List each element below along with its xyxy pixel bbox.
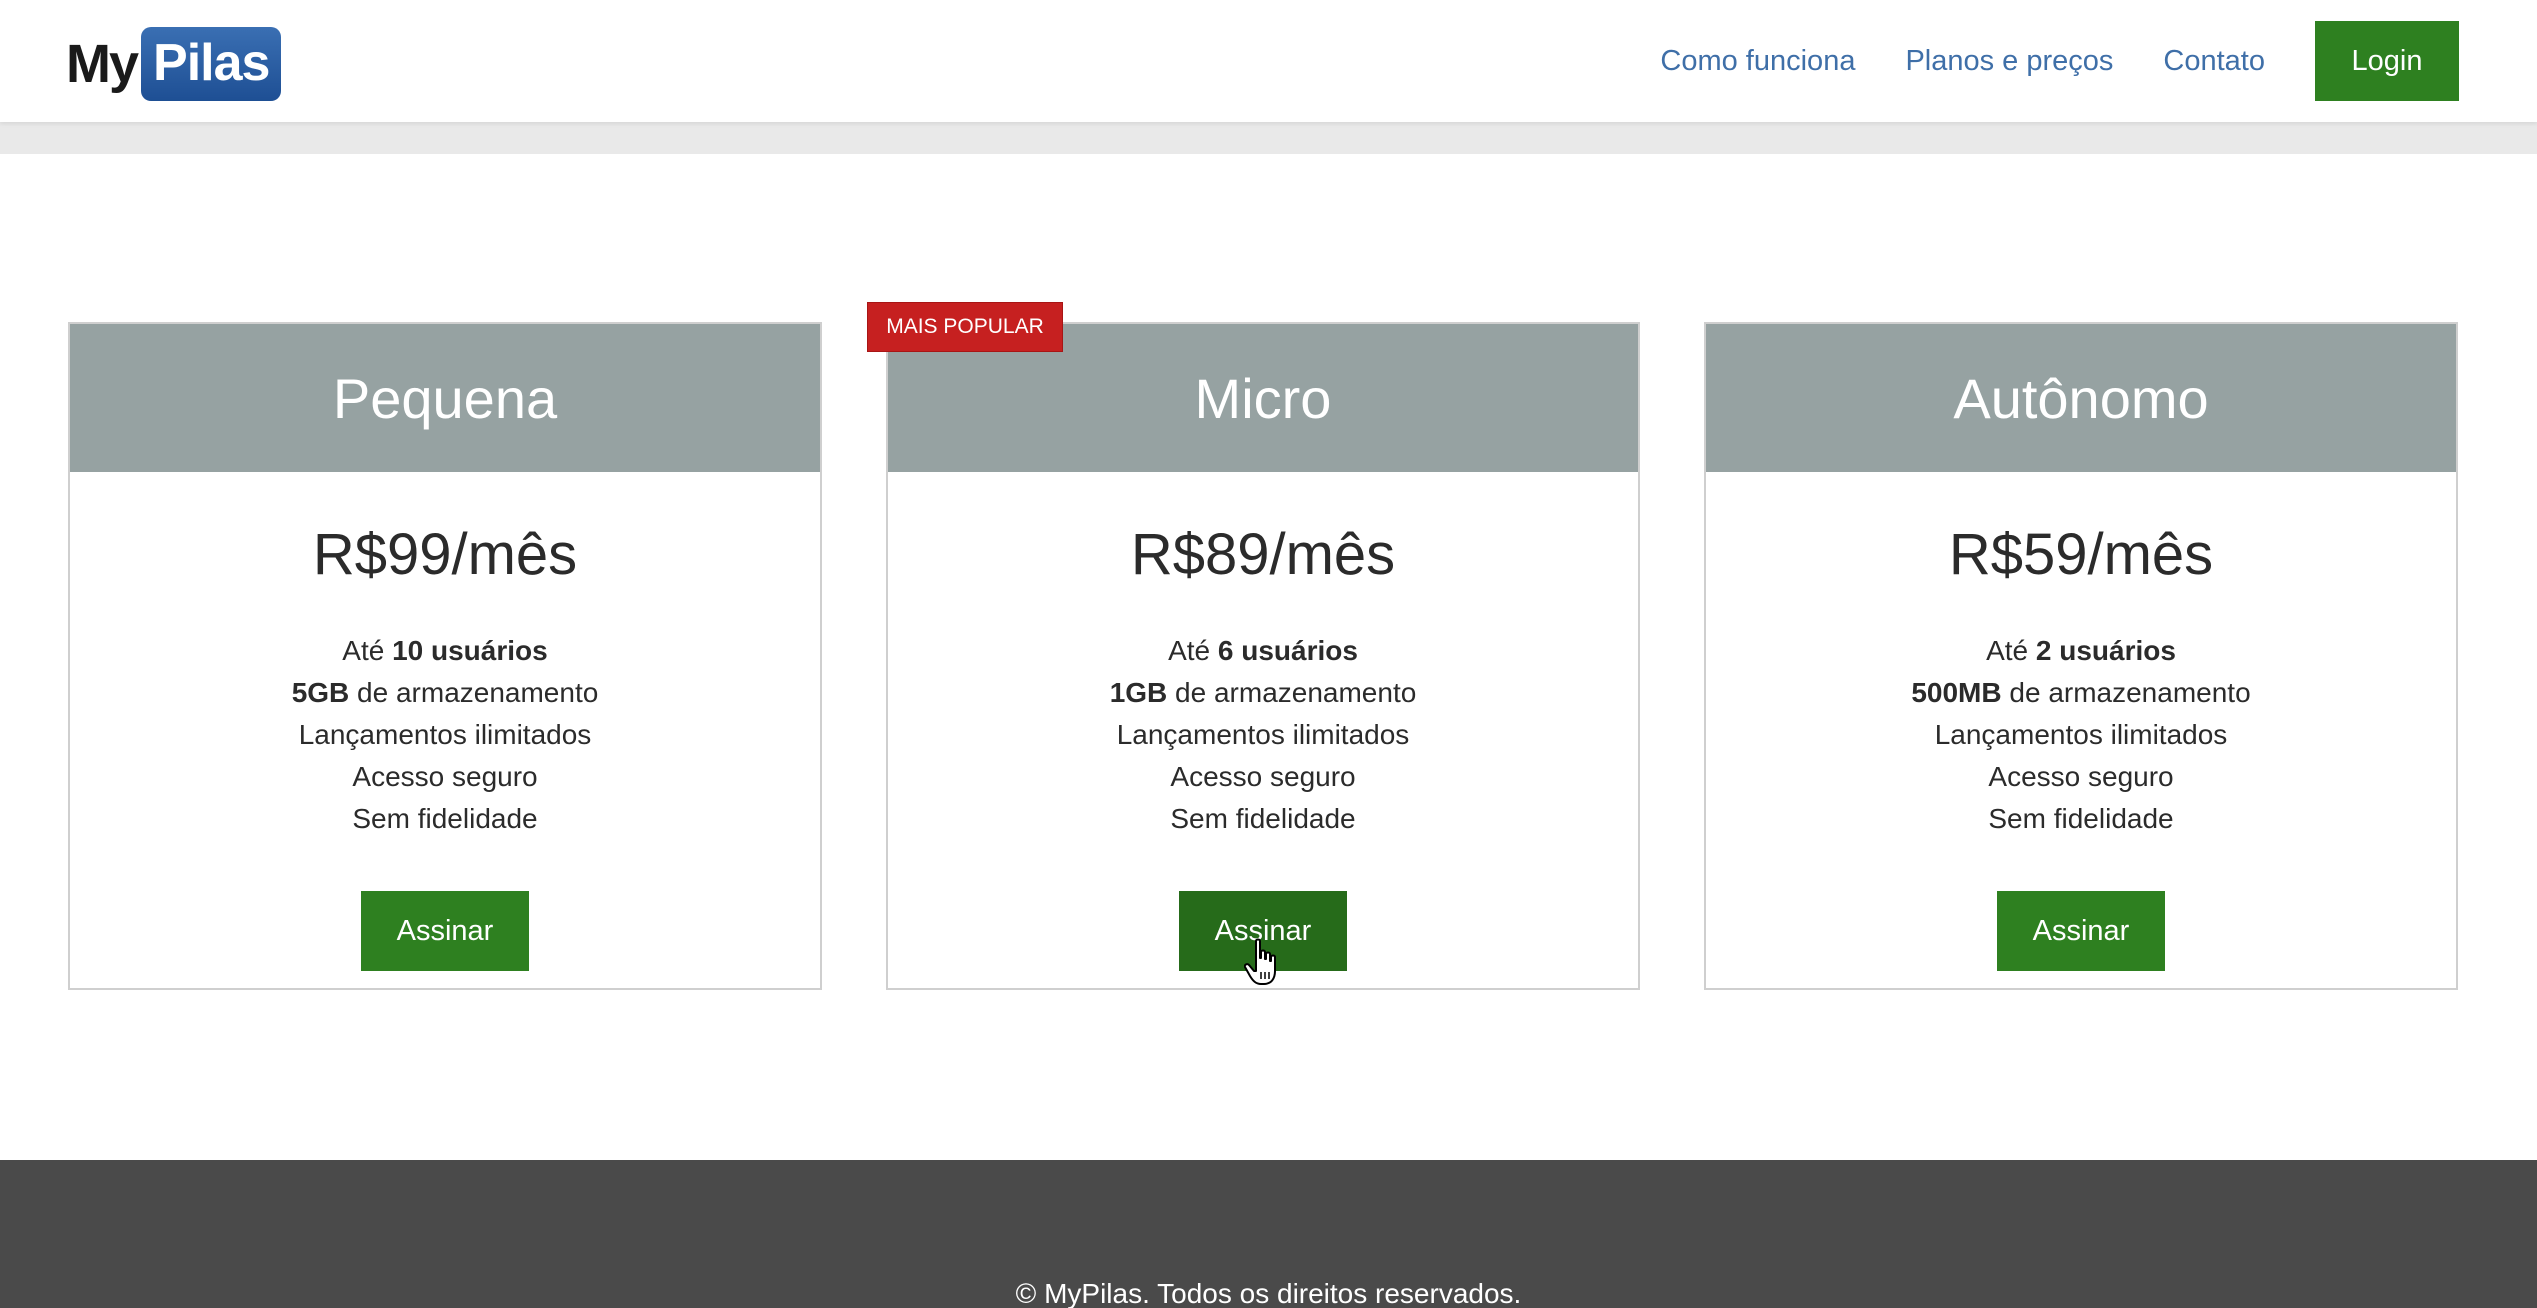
plan-features: Até 10 usuários 5GB de armazenamento Lan… — [70, 630, 820, 840]
logo-text-pilas: Pilas — [141, 27, 282, 101]
feature-storage-value: 1GB — [1109, 677, 1168, 708]
feature-users-value: 2 usuários — [2035, 635, 2176, 666]
feature-users-value: 6 usuários — [1217, 635, 1358, 666]
feature-storage: 1GB de armazenamento — [888, 672, 1638, 714]
feature-acesso: Acesso seguro — [1988, 761, 2174, 792]
subscribe-button-pequena[interactable]: Assinar — [361, 891, 529, 971]
feature-users: Até 2 usuários — [1706, 630, 2456, 672]
plan-price: R$89/mês — [1130, 522, 1396, 587]
feature-users-prefix: Até — [1168, 635, 1218, 666]
feature-acesso: Acesso seguro — [1170, 761, 1356, 792]
plan-card-header: Pequena — [70, 324, 820, 472]
feature-fidelidade: Sem fidelidade — [352, 803, 538, 834]
subscribe-button-autonomo[interactable]: Assinar — [1997, 891, 2165, 971]
logo-text-my: My — [66, 34, 139, 94]
feature-storage: 500MB de armazenamento — [1706, 672, 2456, 714]
plan-card-micro: Micro R$89/mês Até 6 usuários 1GB de arm… — [886, 322, 1640, 990]
logo[interactable]: My Pilas — [66, 26, 282, 102]
feature-users: Até 6 usuários — [888, 630, 1638, 672]
feature-fidelidade: Sem fidelidade — [1988, 803, 2174, 834]
feature-acesso: Acesso seguro — [352, 761, 538, 792]
feature-users: Até 10 usuários — [70, 630, 820, 672]
nav-link-como-funciona[interactable]: Como funciona — [1660, 45, 1855, 78]
plan-price: R$99/mês — [312, 522, 578, 587]
header-divider-band — [0, 122, 2537, 154]
feature-users-prefix: Até — [342, 635, 393, 666]
plan-name: Pequena — [332, 366, 558, 430]
feature-storage-suffix: de armazenamento — [349, 677, 599, 708]
plan-name: Autônomo — [1953, 366, 2209, 430]
feature-storage-suffix: de armazenamento — [2001, 677, 2251, 708]
plan-card-header: Autônomo — [1706, 324, 2456, 472]
feature-users-value: 10 usuários — [392, 635, 548, 666]
plan-card-pequena: Pequena R$99/mês Até 10 usuários 5GB de … — [68, 322, 822, 990]
plan-name: Micro — [1194, 366, 1332, 430]
feature-storage-value: 5GB — [291, 677, 350, 708]
pricing-page: My Pilas Como funciona Planos e preços C… — [0, 0, 2537, 1308]
plan-features: Até 6 usuários 1GB de armazenamento Lanç… — [888, 630, 1638, 840]
feature-lancamentos: Lançamentos ilimitados — [1116, 719, 1410, 750]
nav-link-contato[interactable]: Contato — [2163, 45, 2265, 78]
plan-card-autonomo: Autônomo R$59/mês Até 2 usuários 500MB d… — [1704, 322, 2458, 990]
feature-lancamentos: Lançamentos ilimitados — [1934, 719, 2228, 750]
main-nav: Como funciona Planos e preços Contato Lo… — [1660, 0, 2537, 122]
feature-fidelidade: Sem fidelidade — [1170, 803, 1356, 834]
feature-users-prefix: Até — [1986, 635, 2036, 666]
feature-storage-value: 500MB — [1911, 677, 2002, 708]
feature-storage-suffix: de armazenamento — [1167, 677, 1417, 708]
login-button[interactable]: Login — [2315, 21, 2459, 101]
plan-price: R$59/mês — [1948, 522, 2214, 587]
site-header: My Pilas Como funciona Planos e preços C… — [0, 0, 2537, 122]
hand-pointer-icon — [1243, 938, 1284, 993]
nav-link-planos-precos[interactable]: Planos e preços — [1905, 45, 2113, 78]
footer-copyright: © MyPilas. Todos os direitos reservados. — [1015, 1278, 1522, 1308]
most-popular-badge: MAIS POPULAR — [867, 302, 1063, 352]
feature-lancamentos: Lançamentos ilimitados — [298, 719, 592, 750]
feature-storage: 5GB de armazenamento — [70, 672, 820, 714]
plan-features: Até 2 usuários 500MB de armazenamento La… — [1706, 630, 2456, 840]
